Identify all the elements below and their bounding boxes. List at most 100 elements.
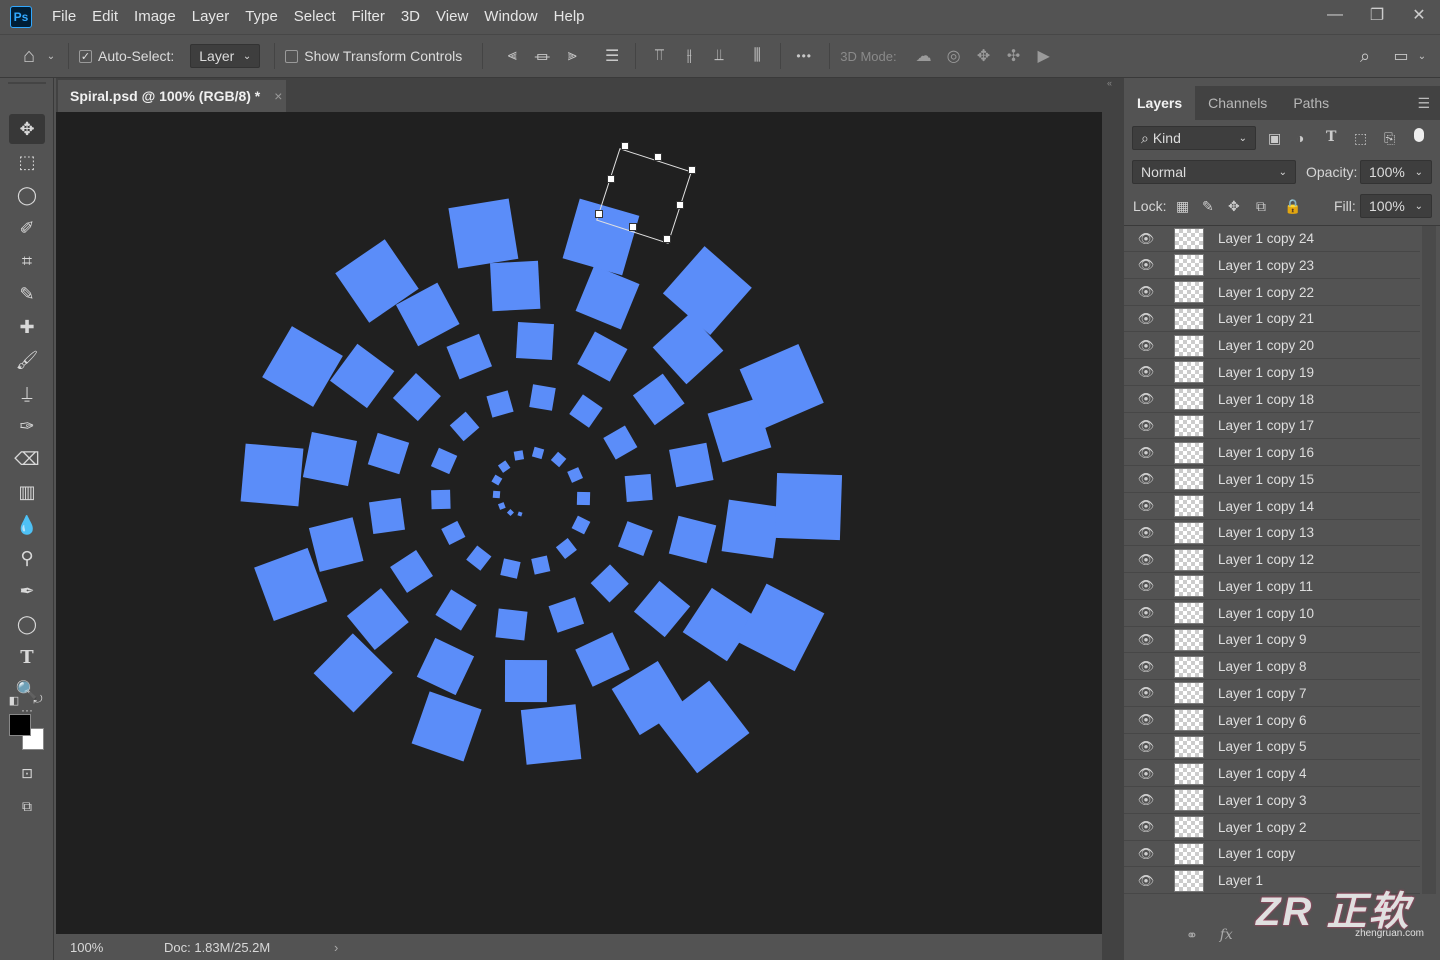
layer-row[interactable]: 👁 Layer 1 copy 11 [1124, 574, 1420, 600]
spiral-square[interactable] [575, 265, 640, 330]
gradient-tool-icon[interactable]: ▥ [9, 477, 45, 507]
link-layers-icon[interactable]: ⚭ [1186, 927, 1198, 944]
layer-row[interactable]: 👁 Layer 1 copy 15 [1124, 467, 1420, 493]
visibility-eye-icon[interactable]: 👁 [1124, 578, 1168, 594]
brush-tool-icon[interactable]: 🖌 [9, 345, 45, 375]
visibility-eye-icon[interactable]: 👁 [1124, 605, 1168, 621]
layer-row[interactable]: 👁 Layer 1 copy 6 [1124, 708, 1420, 734]
menu-type[interactable]: Type [237, 0, 286, 34]
visibility-eye-icon[interactable]: 👁 [1124, 846, 1168, 862]
lasso-tool-icon[interactable]: ◯ [9, 180, 45, 210]
visibility-eye-icon[interactable]: 👁 [1124, 257, 1168, 273]
spiral-square[interactable] [517, 511, 523, 517]
blur-tool-icon[interactable]: 💧 [9, 510, 45, 540]
menu-layer[interactable]: Layer [184, 0, 238, 34]
spiral-square[interactable] [466, 545, 491, 571]
document-tab[interactable]: Spiral.psd @ 100% (RGB/8) * × [58, 80, 286, 112]
minimize-button[interactable]: — [1314, 0, 1356, 30]
spiral-square[interactable] [624, 473, 653, 502]
layer-row[interactable]: 👁 Layer 1 copy 19 [1124, 360, 1420, 386]
spiral-square[interactable] [529, 384, 556, 411]
pen-tool-icon[interactable]: ✒ [9, 576, 45, 606]
spiral-square[interactable] [737, 583, 826, 672]
visibility-eye-icon[interactable]: 👁 [1124, 739, 1168, 755]
workspace-dropdown-icon[interactable]: ⌄ [1412, 51, 1432, 62]
visibility-eye-icon[interactable]: 👁 [1124, 311, 1168, 327]
spiral-square[interactable] [435, 589, 478, 631]
scale-3d-icon[interactable]: ▶ [1029, 46, 1059, 66]
spiral-square[interactable] [618, 520, 653, 556]
visibility-eye-icon[interactable]: 👁 [1124, 685, 1168, 701]
transform-handle[interactable] [595, 210, 603, 218]
lock-image-icon[interactable]: ✎ [1202, 198, 1214, 215]
visibility-eye-icon[interactable]: 👁 [1124, 525, 1168, 541]
layer-row[interactable]: 👁 Layer 1 copy 12 [1124, 547, 1420, 573]
fill-input[interactable]: 100% ⌄ [1360, 194, 1432, 218]
spiral-square[interactable] [500, 558, 520, 579]
transform-handle[interactable] [676, 201, 684, 209]
spiral-square[interactable] [446, 333, 492, 379]
align-bottom-icon[interactable]: ⫫ [704, 47, 734, 65]
slide-3d-icon[interactable]: ✣ [999, 46, 1029, 66]
orbit-3d-icon[interactable]: ☁ [909, 46, 939, 66]
spiral-square[interactable] [569, 394, 603, 428]
spiral-square[interactable] [430, 489, 451, 510]
visibility-eye-icon[interactable]: 👁 [1124, 766, 1168, 782]
layer-row[interactable]: 👁 Layer 1 copy 5 [1124, 734, 1420, 761]
spiral-square[interactable] [555, 538, 577, 559]
layer-row[interactable]: 👁 Layer 1 copy 23 [1124, 253, 1420, 279]
home-icon[interactable]: ⌂ [14, 45, 44, 68]
layer-row[interactable]: 👁 Layer 1 copy 21 [1124, 306, 1420, 333]
spiral-square[interactable] [449, 411, 480, 442]
spiral-square[interactable] [515, 322, 554, 360]
spiral-square[interactable] [486, 390, 514, 418]
visibility-eye-icon[interactable]: 👁 [1124, 445, 1168, 461]
spiral-square[interactable] [531, 446, 545, 460]
filter-shape-icon[interactable]: ⬚ [1354, 130, 1367, 147]
layer-row[interactable]: 👁 Layer 1 copy 9 [1124, 627, 1420, 654]
spiral-square[interactable] [303, 431, 357, 486]
layer-row[interactable]: 👁 Layer 1 copy 24 [1124, 226, 1420, 252]
align-center-h-icon[interactable]: ⏛ [527, 44, 557, 68]
swap-colors-icon[interactable]: ⤾ [30, 690, 46, 710]
layer-row[interactable]: 👁 Layer 1 copy [1124, 841, 1420, 868]
layer-row[interactable]: 👁 Layer 1 copy 4 [1124, 761, 1420, 787]
spiral-square[interactable] [531, 555, 551, 575]
eraser-tool-icon[interactable]: ⌫ [9, 444, 45, 474]
spiral-square[interactable] [368, 498, 405, 535]
filter-adjustment-icon[interactable]: ◑ [1296, 130, 1304, 146]
filter-type-icon[interactable]: T [1326, 129, 1336, 145]
spiral-square[interactable] [489, 260, 541, 312]
transform-handle[interactable] [663, 235, 671, 243]
menu-help[interactable]: Help [546, 0, 593, 34]
layer-row[interactable]: 👁 Layer 1 copy 17 [1124, 413, 1420, 440]
layer-row[interactable]: 👁 Layer 1 copy 8 [1124, 654, 1420, 680]
spiral-square[interactable] [390, 550, 434, 594]
filter-pixel-icon[interactable]: ▣ [1268, 130, 1281, 147]
menu-window[interactable]: Window [476, 0, 545, 34]
menu-edit[interactable]: Edit [84, 0, 126, 34]
drag-3d-icon[interactable]: ✥ [969, 46, 999, 66]
spiral-square[interactable] [431, 447, 458, 475]
visibility-eye-icon[interactable]: 👁 [1124, 284, 1168, 300]
spiral-square[interactable] [417, 638, 475, 696]
foreground-color-swatch[interactable] [9, 714, 31, 736]
menu-view[interactable]: View [428, 0, 476, 34]
spiral-square[interactable] [775, 472, 842, 540]
spiral-square[interactable] [261, 326, 343, 408]
spiral-square[interactable] [662, 246, 752, 335]
crop-tool-icon[interactable]: ⌗ [9, 246, 45, 276]
transform-handle[interactable] [654, 153, 662, 161]
visibility-eye-icon[interactable]: 👁 [1124, 498, 1168, 514]
tool-preset-dropdown-icon[interactable]: ⌄ [44, 51, 58, 62]
filter-smart-object-icon[interactable]: ⎘ [1384, 130, 1395, 147]
layer-list-scrollbar[interactable] [1422, 226, 1436, 894]
layer-row[interactable]: 👁 Layer 1 copy 10 [1124, 601, 1420, 627]
lock-artboard-icon[interactable]: ⧉ [1256, 198, 1266, 215]
spiral-square[interactable] [240, 443, 304, 507]
zoom-level[interactable]: 100% [70, 940, 140, 955]
visibility-eye-icon[interactable]: 👁 [1124, 873, 1168, 889]
document-info[interactable]: Doc: 1.83M/25.2M [164, 940, 334, 955]
lock-position-icon[interactable]: ✥ [1228, 198, 1240, 215]
history-brush-tool-icon[interactable]: ✑ [9, 411, 45, 441]
